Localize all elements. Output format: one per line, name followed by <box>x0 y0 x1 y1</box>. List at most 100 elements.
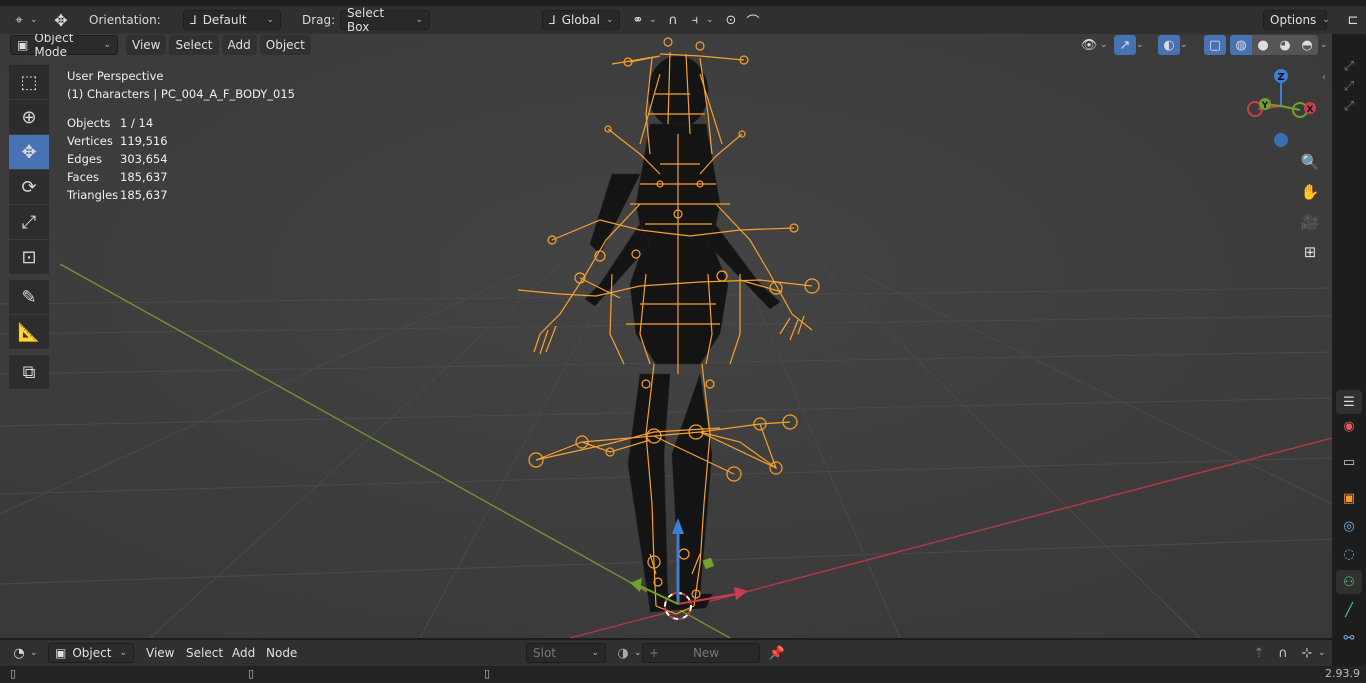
mode-dropdown[interactable]: ▣ Object Mode ⌄ <box>10 34 118 59</box>
gizmo-arrows-icon: ↗ <box>1114 35 1136 55</box>
select-box-icon[interactable]: ⬚ <box>9 65 49 99</box>
gizmo-y-label: Y <box>1261 101 1269 111</box>
menu-object[interactable]: Object <box>259 35 311 55</box>
menu-select[interactable]: Select <box>169 35 219 55</box>
snap-toggle[interactable]: ∩ <box>662 10 684 30</box>
snap-target-button[interactable]: ⫞ ⌄ <box>684 10 714 30</box>
tool-tab-icon[interactable]: ⤢ <box>1336 94 1362 118</box>
material-shading-icon[interactable]: ◕ <box>1274 35 1296 55</box>
proportional-edit-toggle[interactable]: ⊙ <box>720 10 742 30</box>
move-tool-icon[interactable]: ✥ <box>50 10 72 30</box>
visibility-dropdown[interactable]: 👁 ⌄ <box>1078 35 1108 55</box>
mode-value: Object Mode <box>34 34 74 59</box>
properties-tabs: ⤢ ⤢ ⤢ ☰ ◉ ▭ ▣ ◎ ◌ ⚇ ╱ ⚯ <box>1332 34 1366 646</box>
drag-label: Drag: <box>302 13 336 27</box>
tool-shelf: ⬚ ⊕ ✥ ⟳ ⤢ ⊡ ✎ 📐 ⧉ <box>9 65 49 390</box>
physics-tab-icon[interactable]: ◌ <box>1336 542 1362 566</box>
constraints-tab-icon[interactable]: ⚯ <box>1336 626 1362 650</box>
add-cube-icon[interactable]: ⧉ <box>9 355 49 389</box>
options-dropdown[interactable]: Options ⌄ <box>1263 10 1330 30</box>
pivot-point-button[interactable]: ⚭ ⌄ <box>627 10 657 30</box>
plus-icon: + <box>649 646 660 660</box>
stat-value: 119,516 <box>120 134 168 148</box>
pan-hand-icon[interactable]: ✋ <box>1296 178 1324 206</box>
armature-data-tab-icon[interactable]: ⚇ <box>1336 570 1362 594</box>
3d-viewport[interactable]: ▣ Object Mode ⌄ View Select Add Object 👁 ⌄ … <box>0 34 1332 638</box>
snap-increment-icon: ⫞ <box>691 12 699 28</box>
editor-type-button[interactable]: ◔ ⌄ <box>8 643 37 663</box>
gizmo-x-label: X <box>1307 105 1314 115</box>
menu-view[interactable]: View <box>146 643 174 663</box>
orientation-value: Default <box>202 13 247 27</box>
sidebar-expand-icon[interactable]: ‹ <box>1322 72 1332 86</box>
rendered-shading-icon[interactable]: ◓ <box>1296 35 1318 55</box>
modifiers-tab-icon[interactable]: ◎ <box>1336 514 1362 538</box>
viewport-info-overlay: User Perspective (1) Characters | PC_004… <box>67 67 295 204</box>
pivot-icon: ⚭ <box>632 12 644 28</box>
overlays-toggle[interactable]: ◐ ⌄ <box>1158 35 1188 55</box>
mouse-left-icon: ▯ <box>10 667 17 680</box>
shader-type-value: Object <box>72 646 112 660</box>
snap-magnet-icon[interactable]: ∩ <box>1272 643 1294 663</box>
global-axes-icon: ⅃ <box>549 13 556 27</box>
object-mode-icon: ▣ <box>17 38 29 52</box>
shading-modes: ◍ ● ◕ ◓ ⌄ <box>1230 35 1328 55</box>
move-icon[interactable]: ✥ <box>9 135 49 169</box>
xray-toggle[interactable]: ▢ <box>1204 35 1226 55</box>
rotate-icon[interactable]: ⟳ <box>9 170 49 204</box>
navigation-gizmo[interactable]: Z Y X <box>1240 64 1320 148</box>
menu-view[interactable]: View <box>126 35 167 55</box>
falloff-button[interactable]: ⌒ <box>742 10 764 30</box>
slot-value: Slot <box>533 646 556 660</box>
transform-orientation-value: Global <box>561 13 600 27</box>
stat-value: 1 / 14 <box>120 116 154 130</box>
material-sphere-icon: ◑ <box>617 645 629 661</box>
pin-icon[interactable]: 📌 <box>766 643 788 663</box>
orientation-dropdown[interactable]: ⅃ Default ⌄ <box>183 10 281 30</box>
mouse-right-icon: ▯ <box>484 667 491 680</box>
material-browse-button[interactable]: ◑ ⌄ <box>612 643 641 663</box>
camera-view-icon[interactable]: 🎥 <box>1296 208 1324 236</box>
stat-value: 303,654 <box>120 152 168 166</box>
snap-grid-button[interactable]: ⊹ ⌄ <box>1296 643 1326 663</box>
menu-add[interactable]: Add <box>232 643 255 663</box>
solid-shading-icon[interactable]: ● <box>1252 35 1274 55</box>
node-editor-icon: ◔ <box>13 645 25 661</box>
transform-orientation-dropdown[interactable]: ⅃ Global ⌄ <box>542 10 620 30</box>
grid-snap-icon: ⊹ <box>1301 645 1313 661</box>
collection-tab-icon[interactable]: ▭ <box>1336 450 1362 474</box>
menu-node[interactable]: Node <box>266 643 297 663</box>
sidebar-toggle-icon[interactable]: ⊏ <box>1342 10 1364 30</box>
zoom-icon[interactable]: 🔍 <box>1296 148 1324 176</box>
cursor-icon[interactable]: ⊕ <box>9 100 49 134</box>
editor-type-button[interactable]: ⌖ ⌄ <box>8 10 37 30</box>
gizmo-z-label: Z <box>1277 72 1284 83</box>
parent-node-tree-icon[interactable]: ⇡ <box>1248 643 1270 663</box>
perspective-label: User Perspective <box>67 69 164 83</box>
object-tab-icon[interactable]: ▣ <box>1336 486 1362 510</box>
perspective-toggle-icon[interactable]: ⊞ <box>1296 238 1324 266</box>
shader-type-dropdown[interactable]: ▣ Object ⌄ <box>48 643 134 663</box>
tool-settings-tab-icon[interactable]: ☰ <box>1336 390 1362 414</box>
stat-label: Triangles <box>67 188 119 202</box>
stat-label: Vertices <box>67 134 113 148</box>
world-tab-icon[interactable]: ◉ <box>1336 414 1362 438</box>
transform-icon[interactable]: ⊡ <box>9 240 49 274</box>
menu-select[interactable]: Select <box>186 643 223 663</box>
stat-label: Faces <box>67 170 99 184</box>
measure-icon[interactable]: 📐 <box>9 315 49 349</box>
shader-editor-header: ◔ ⌄ ▣ Object ⌄ View Select Add Node Slot ⌄ ◑… <box>0 640 1332 666</box>
bone-tab-icon[interactable]: ╱ <box>1336 598 1362 622</box>
new-material-button[interactable]: + New <box>642 643 760 663</box>
drag-dropdown[interactable]: Select Box ⌄ <box>340 6 430 34</box>
annotate-icon[interactable]: ✎ <box>9 280 49 314</box>
wireframe-shading-icon[interactable]: ◍ <box>1230 35 1252 55</box>
tool-settings-header: ⌖ ⌄ ✥ Orientation: ⅃ Default ⌄ Drag: Select… <box>0 6 1366 34</box>
overlays-icon: ◐ <box>1158 35 1180 55</box>
proportional-dot-icon: ⊙ <box>725 12 737 28</box>
slot-dropdown[interactable]: Slot ⌄ <box>526 643 606 663</box>
stat-row: Vertices 119,516 <box>67 132 295 150</box>
menu-add[interactable]: Add <box>221 35 257 55</box>
gizmo-toggle[interactable]: ↗ ⌄ <box>1114 35 1144 55</box>
scale-icon[interactable]: ⤢ <box>9 205 49 239</box>
